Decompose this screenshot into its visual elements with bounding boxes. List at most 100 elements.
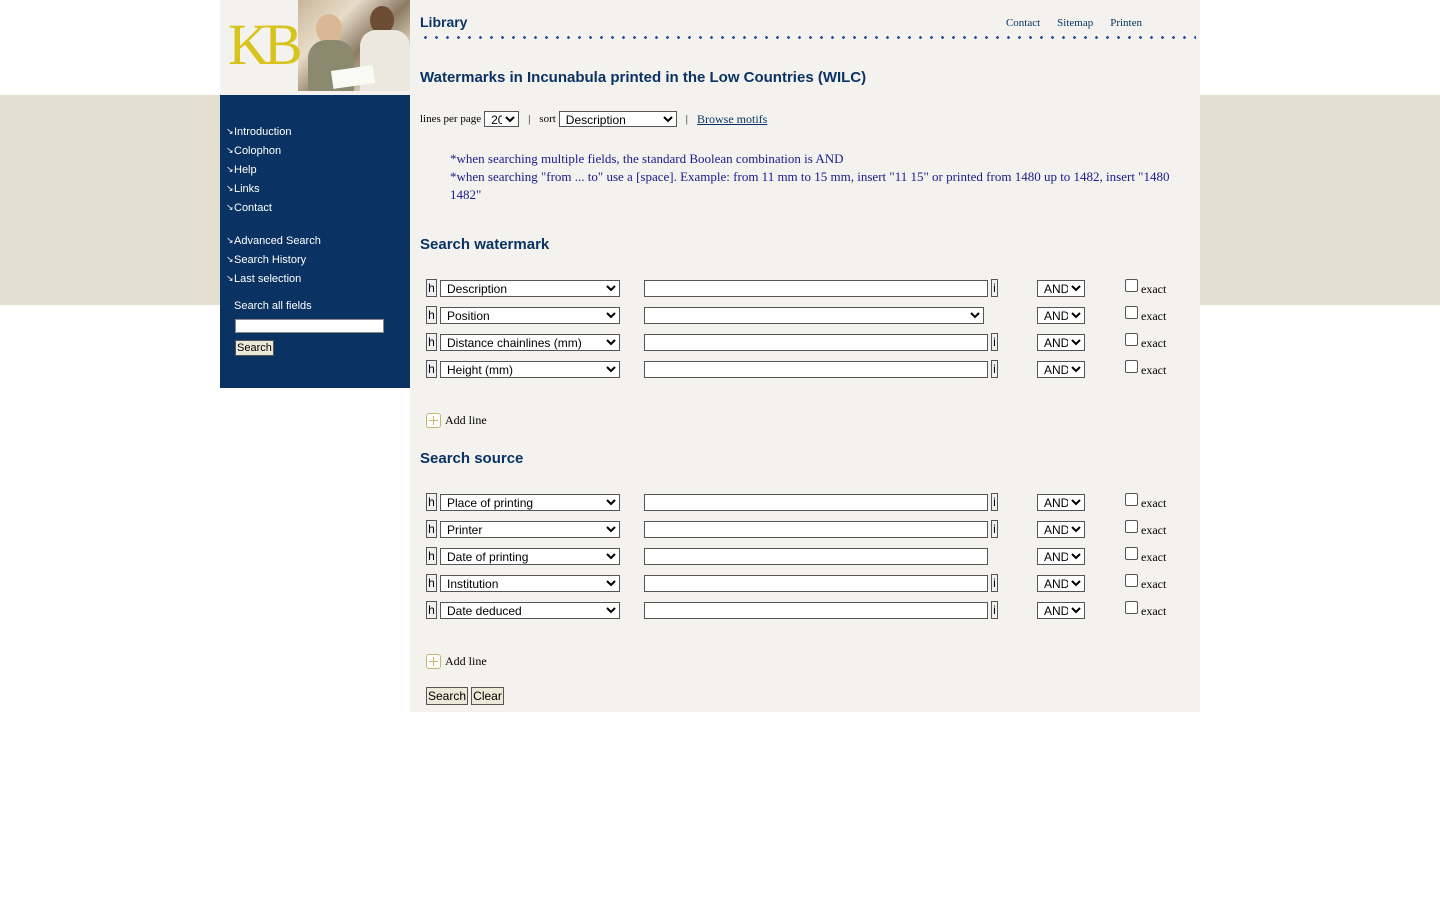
clear-button[interactable]: Clear <box>471 687 504 705</box>
sidebar-item-last-selection[interactable]: ↘ Last selection <box>226 269 321 288</box>
add-line-label: Add line <box>445 654 487 668</box>
exact-label: exact <box>1141 282 1167 296</box>
sidebar-item-links[interactable]: ↘ Links <box>226 179 291 198</box>
operator-select[interactable]: AND <box>1037 307 1085 324</box>
sidebar-item-help[interactable]: ↘ Help <box>226 160 291 179</box>
operator-select[interactable]: AND <box>1037 334 1085 351</box>
source-row: h Institution i AND exact <box>426 574 1186 592</box>
exact-checkbox[interactable] <box>1125 574 1138 587</box>
sidebar-item-advanced-search[interactable]: ↘ Advanced Search <box>226 231 321 250</box>
exact-checkbox[interactable] <box>1125 520 1138 533</box>
help-button[interactable]: h <box>426 493 437 511</box>
search-all-fields-input[interactable] <box>235 319 384 333</box>
exact-label: exact <box>1141 309 1167 323</box>
plus-icon <box>426 413 441 428</box>
printen-link[interactable]: Printen <box>1110 17 1142 29</box>
lines-per-page-select[interactable]: 20 <box>484 111 520 127</box>
index-button[interactable]: i <box>991 574 998 592</box>
term-input[interactable] <box>644 361 988 378</box>
exact-checkbox[interactable] <box>1125 601 1138 614</box>
index-button[interactable]: i <box>991 601 998 619</box>
field-select[interactable]: Place of printing <box>440 494 620 511</box>
arrow-icon: ↘ <box>226 273 234 283</box>
term-input[interactable] <box>644 280 988 297</box>
kb-logo-mark: KB <box>228 12 303 77</box>
field-select[interactable]: Description <box>440 280 620 297</box>
help-button[interactable]: h <box>426 520 437 538</box>
arrow-icon: ↘ <box>226 183 234 193</box>
exact-label: exact <box>1141 336 1167 350</box>
help-button[interactable]: h <box>426 360 437 378</box>
field-select[interactable]: Distance chainlines (mm) <box>440 334 620 351</box>
term-input[interactable] <box>644 548 988 565</box>
exact-label: exact <box>1141 496 1167 510</box>
sidebar-item-label: Colophon <box>234 144 282 157</box>
search-notes: *when searching multiple fields, the sta… <box>450 150 1195 204</box>
sidebar-item-colophon[interactable]: ↘ Colophon <box>226 141 291 160</box>
exact-checkbox[interactable] <box>1125 360 1138 373</box>
sidebar-search-button[interactable]: Search <box>235 340 274 356</box>
exact-checkbox[interactable] <box>1125 306 1138 319</box>
sidebar-item-label: Search History <box>234 253 307 266</box>
exact-checkbox[interactable] <box>1125 333 1138 346</box>
index-button[interactable]: i <box>991 493 998 511</box>
operator-select[interactable]: AND <box>1037 361 1085 378</box>
arrow-icon: ↘ <box>226 164 234 174</box>
field-select[interactable]: Date deduced <box>440 602 620 619</box>
term-input[interactable] <box>644 521 988 538</box>
main-heading: Watermarks in Incunabula printed in the … <box>420 69 867 86</box>
index-button[interactable]: i <box>991 520 998 538</box>
sidebar-item-label: Help <box>234 163 257 176</box>
field-select[interactable]: Date of printing <box>440 548 620 565</box>
field-select[interactable]: Institution <box>440 575 620 592</box>
dotted-divider <box>420 36 1196 39</box>
term-select[interactable] <box>644 307 984 324</box>
field-select[interactable]: Position <box>440 307 620 324</box>
operator-select[interactable]: AND <box>1037 494 1085 511</box>
help-button[interactable]: h <box>426 547 437 565</box>
search-all-fields-label: Search all fields <box>234 300 312 312</box>
exact-label: exact <box>1141 604 1167 618</box>
sidebar-item-label: Last selection <box>234 272 302 285</box>
kb-logo[interactable]: KB <box>220 0 410 95</box>
index-button[interactable]: i <box>991 360 998 378</box>
operator-select[interactable]: AND <box>1037 521 1085 538</box>
watermark-heading: Search watermark <box>420 236 550 253</box>
arrow-icon: ↘ <box>226 202 234 212</box>
operator-select[interactable]: AND <box>1037 602 1085 619</box>
sort-label: sort <box>539 113 556 125</box>
contact-link[interactable]: Contact <box>1006 17 1040 29</box>
add-line-watermark[interactable]: Add line <box>426 413 487 428</box>
term-input[interactable] <box>644 494 988 511</box>
source-heading: Search source <box>420 450 524 467</box>
help-button[interactable]: h <box>426 306 437 324</box>
sidebar-nav-search: ↘ Advanced Search ↘ Search History ↘ Last s… <box>226 231 321 288</box>
help-button[interactable]: h <box>426 279 437 297</box>
sidebar-item-search-history[interactable]: ↘ Search History <box>226 250 321 269</box>
exact-checkbox[interactable] <box>1125 279 1138 292</box>
field-select[interactable]: Height (mm) <box>440 361 620 378</box>
term-input[interactable] <box>644 575 988 592</box>
exact-checkbox[interactable] <box>1125 493 1138 506</box>
sitemap-link[interactable]: Sitemap <box>1057 17 1093 29</box>
term-input[interactable] <box>644 334 988 351</box>
exact-label: exact <box>1141 550 1167 564</box>
field-select[interactable]: Printer <box>440 521 620 538</box>
sort-select[interactable]: Description <box>558 111 677 127</box>
sidebar-item-contact[interactable]: ↘ Contact <box>226 198 291 217</box>
sidebar-item-introduction[interactable]: ↘ Introduction <box>226 122 291 141</box>
search-button[interactable]: Search <box>426 687 468 705</box>
arrow-icon: ↘ <box>226 126 234 136</box>
index-button[interactable]: i <box>991 333 998 351</box>
help-button[interactable]: h <box>426 601 437 619</box>
operator-select[interactable]: AND <box>1037 548 1085 565</box>
index-button[interactable]: i <box>991 279 998 297</box>
operator-select[interactable]: AND <box>1037 575 1085 592</box>
help-button[interactable]: h <box>426 574 437 592</box>
help-button[interactable]: h <box>426 333 437 351</box>
term-input[interactable] <box>644 602 988 619</box>
browse-motifs-link[interactable]: Browse motifs <box>697 112 767 127</box>
add-line-source[interactable]: Add line <box>426 654 487 669</box>
exact-checkbox[interactable] <box>1125 547 1138 560</box>
operator-select[interactable]: AND <box>1037 280 1085 297</box>
